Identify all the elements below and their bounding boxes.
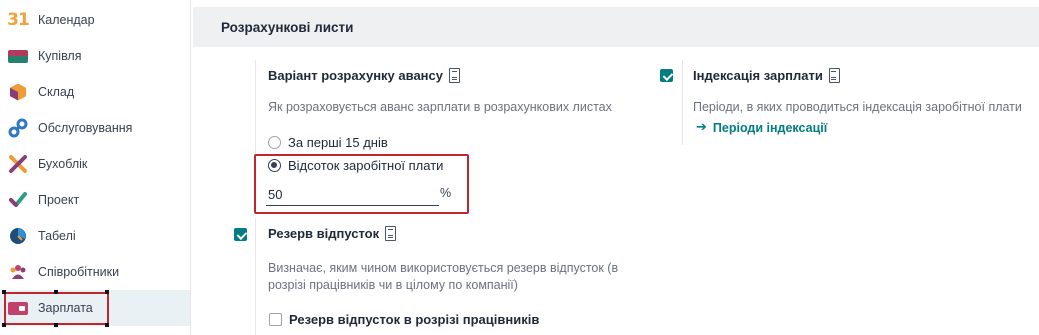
- percent-sign: %: [440, 186, 452, 200]
- selection-handle: [105, 323, 109, 327]
- radio-button[interactable]: [268, 159, 281, 172]
- vacation-title-text: Резерв відпусток: [268, 226, 380, 241]
- section-title: Розрахункові листи: [193, 7, 1039, 47]
- sidebar-item-label: Обслуговування: [38, 121, 133, 135]
- sidebar-item-accounting[interactable]: Бухоблік: [0, 146, 190, 182]
- sidebar-item-label: Співробітники: [38, 265, 120, 279]
- sidebar-item-project[interactable]: Проект: [0, 182, 190, 218]
- app-sidebar: 31 Календар Купівля Склад Обслуговування…: [0, 0, 191, 335]
- sidebar-item-payroll[interactable]: Зарплата: [0, 290, 190, 326]
- selection-handle: [54, 290, 58, 294]
- sidebar-item-label: Бухоблік: [38, 157, 88, 171]
- indexation-periods-link[interactable]: ➔ Періоди індексації: [696, 120, 827, 135]
- sidebar-item-label: Проект: [38, 193, 80, 207]
- advance-description: Як розраховується аванс зарплати в розра…: [268, 100, 612, 114]
- sidebar-item-label: Склад: [38, 85, 75, 99]
- radio-salary-percent[interactable]: Відсоток заробітної плати: [268, 158, 443, 173]
- employees-icon: [8, 262, 28, 282]
- sidebar-item-purchase[interactable]: Купівля: [0, 38, 190, 74]
- sidebar-item-maintenance[interactable]: Обслуговування: [0, 110, 190, 146]
- checkbox-label: Резерв відпусток в розрізі працівників: [289, 312, 540, 327]
- indexation-title-text: Індексація зарплати: [693, 68, 823, 83]
- sidebar-item-label: Табелі: [38, 229, 76, 243]
- selection-handle: [105, 290, 109, 294]
- selection-handle: [2, 323, 6, 327]
- timesheets-icon: [8, 226, 28, 246]
- radio-label: За перші 15 днів: [288, 135, 388, 150]
- settings-content: Розрахункові листи Варіант розрахунку ав…: [193, 0, 1039, 335]
- indexation-setting-title: Індексація зарплати: [693, 68, 840, 83]
- arrow-right-icon: ➔: [696, 120, 707, 135]
- company-building-icon: [385, 226, 397, 241]
- selection-handle: [54, 323, 58, 327]
- sidebar-item-employees[interactable]: Співробітники: [0, 254, 190, 290]
- radio-label: Відсоток заробітної плати: [288, 158, 444, 173]
- purchase-icon: [8, 46, 28, 66]
- vacation-reserve-checkbox[interactable]: [234, 228, 247, 241]
- link-label: Періоди індексації: [712, 120, 828, 135]
- indexation-description: Періоди, в яких проводиться індексація з…: [693, 100, 1022, 114]
- vacation-setting-title: Резерв відпусток: [268, 226, 397, 241]
- vacation-per-employee-option[interactable]: Резерв відпусток в розрізі працівників: [269, 312, 539, 327]
- inventory-icon: [8, 82, 28, 102]
- sidebar-item-calendar[interactable]: 31 Календар: [0, 2, 190, 38]
- calendar-icon: 31: [7, 10, 30, 30]
- setting-divider: [255, 60, 256, 210]
- sidebar-item-label: Зарплата: [38, 301, 93, 315]
- accounting-icon: [8, 154, 28, 174]
- sidebar-item-label: Купівля: [38, 49, 82, 63]
- vacation-description-line2: розрізі працівників чи в цілому по компа…: [268, 278, 518, 292]
- radio-first-15-days[interactable]: За перші 15 днів: [268, 135, 388, 150]
- company-building-icon: [449, 68, 460, 83]
- project-icon: [8, 190, 28, 210]
- selection-handle: [2, 290, 6, 294]
- vacation-per-employee-checkbox[interactable]: [269, 313, 282, 326]
- sidebar-item-timesheets[interactable]: Табелі: [0, 218, 190, 254]
- maintenance-icon: [8, 118, 28, 138]
- advance-setting-title: Варіант розрахунку авансу: [268, 68, 460, 83]
- advance-title-text: Варіант розрахунку авансу: [268, 68, 443, 83]
- indexation-checkbox[interactable]: [660, 69, 673, 82]
- company-building-icon: [828, 68, 840, 83]
- payroll-icon: [8, 298, 28, 318]
- sidebar-item-label: Календар: [38, 13, 95, 27]
- sidebar-item-inventory[interactable]: Склад: [0, 74, 190, 110]
- advance-percent-input[interactable]: [266, 186, 439, 206]
- setting-divider: [255, 218, 256, 335]
- setting-divider: [682, 60, 683, 145]
- radio-button[interactable]: [268, 136, 281, 149]
